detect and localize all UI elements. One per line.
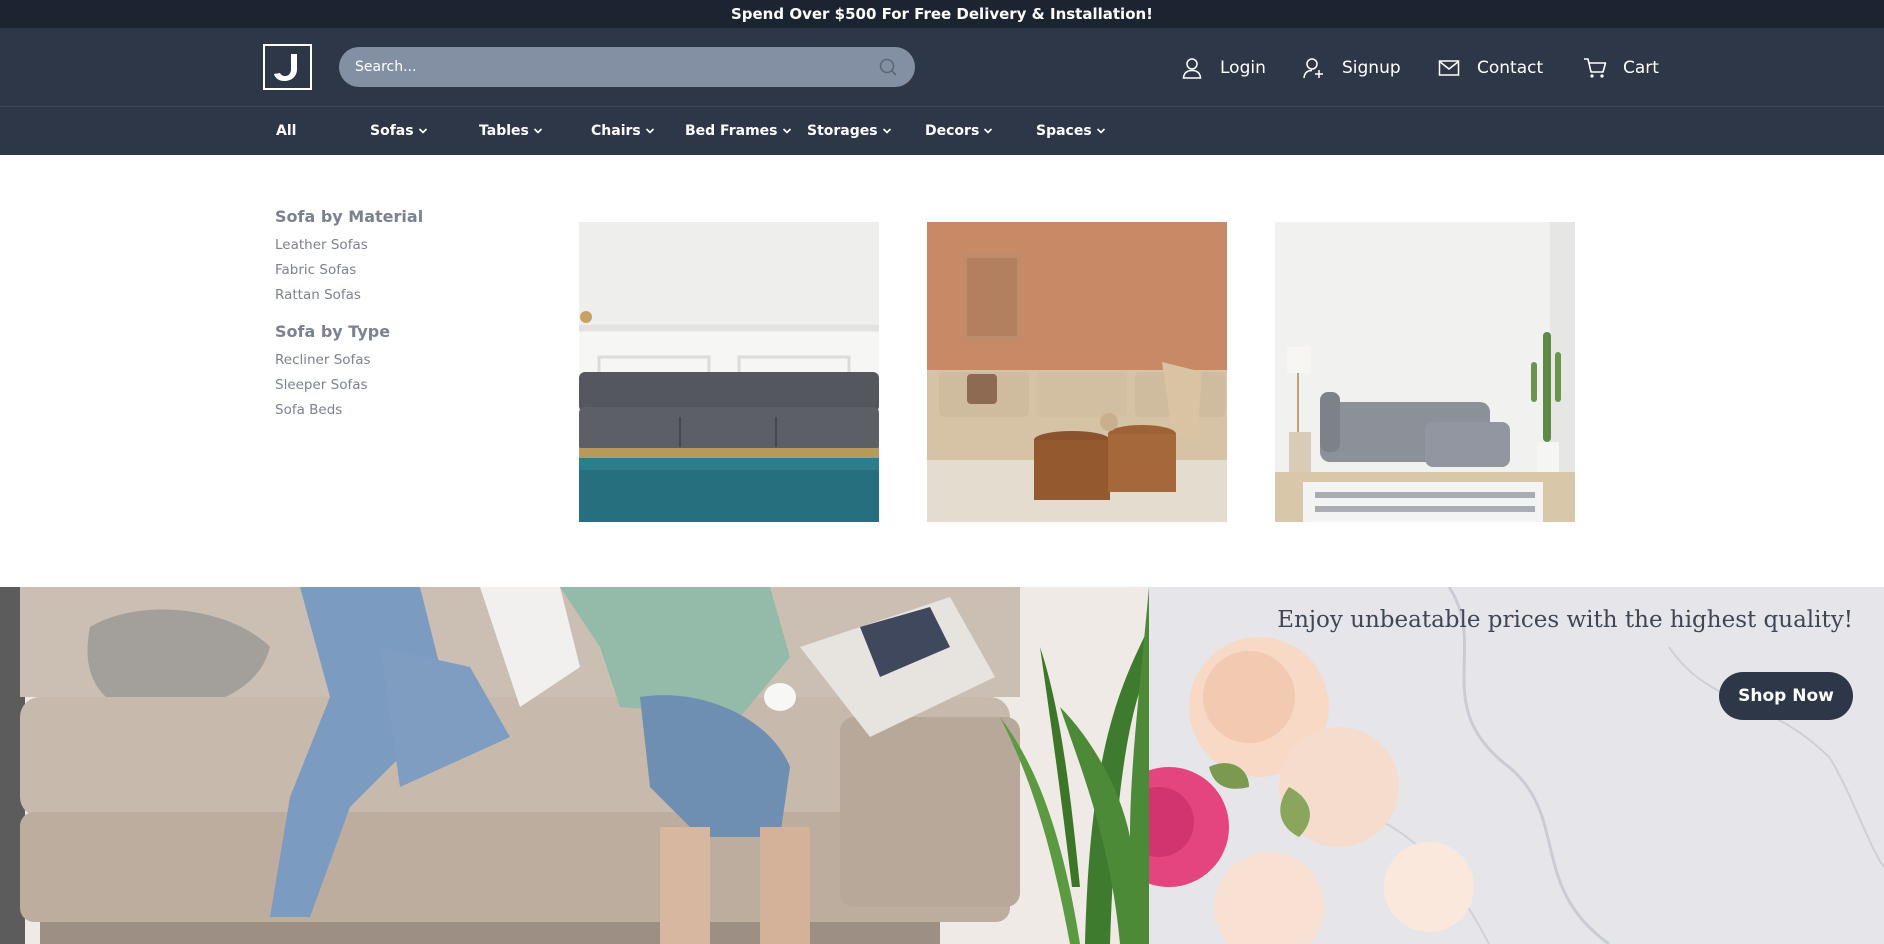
cart-icon <box>1583 56 1607 80</box>
search-input[interactable] <box>355 59 877 75</box>
cart-link[interactable]: Cart <box>1583 28 1659 107</box>
promo-bar: Spend Over $500 For Free Delivery & Inst… <box>0 0 1884 28</box>
grey-velvet-sofa-image[interactable] <box>579 222 879 522</box>
link-leather-sofas[interactable]: Leather Sofas <box>275 237 368 253</box>
category-tables[interactable]: Tables <box>479 107 543 155</box>
cart-label: Cart <box>1623 57 1659 78</box>
chevron-down-icon <box>645 127 655 135</box>
group-title-type: Sofa by Type <box>275 322 391 341</box>
chevron-down-icon <box>983 127 993 135</box>
category-bed-frames[interactable]: Bed Frames <box>685 107 792 155</box>
user-plus-icon <box>1302 56 1326 80</box>
contact-link[interactable]: Contact <box>1437 28 1543 107</box>
search-icon[interactable] <box>877 56 899 78</box>
signup-link[interactable]: Signup <box>1302 28 1401 107</box>
mail-icon <box>1437 56 1461 80</box>
category-storages[interactable]: Storages <box>807 107 892 155</box>
signup-label: Signup <box>1342 57 1401 78</box>
couple-on-sofa-image <box>0 587 1149 944</box>
beige-sofa-terracotta-wall-image[interactable] <box>927 222 1227 522</box>
group-title-material: Sofa by Material <box>275 207 424 226</box>
category-nav: All Sofas Tables Chairs Bed Frames Stora… <box>0 107 1884 155</box>
login-label: Login <box>1220 57 1266 78</box>
login-link[interactable]: Login <box>1180 28 1266 107</box>
category-sofas[interactable]: Sofas <box>370 107 428 155</box>
sofas-mega-menu: Sofa by Material Leather Sofas Fabric So… <box>0 155 1884 587</box>
category-chairs[interactable]: Chairs <box>591 107 655 155</box>
chevron-down-icon <box>782 127 792 135</box>
shop-now-button[interactable]: Shop Now <box>1719 672 1853 720</box>
category-decors[interactable]: Decors <box>925 107 993 155</box>
promo-text: Spend Over $500 For Free Delivery & Inst… <box>730 5 1154 23</box>
link-sleeper-sofas[interactable]: Sleeper Sofas <box>275 377 368 393</box>
hero-banner: Enjoy unbeatable prices with the highest… <box>0 587 1884 944</box>
chevron-down-icon <box>418 127 428 135</box>
chevron-down-icon <box>882 127 892 135</box>
hero-tagline: Enjoy unbeatable prices with the highest… <box>1277 607 1853 633</box>
link-sofa-beds[interactable]: Sofa Beds <box>275 402 342 418</box>
marble-roses-image: Enjoy unbeatable prices with the highest… <box>1149 587 1884 944</box>
link-rattan-sofas[interactable]: Rattan Sofas <box>275 287 361 303</box>
link-fabric-sofas[interactable]: Fabric Sofas <box>275 262 356 278</box>
grey-sectional-sofa-image[interactable] <box>1275 222 1575 522</box>
chevron-down-icon <box>1096 127 1106 135</box>
category-spaces[interactable]: Spaces <box>1036 107 1106 155</box>
category-all[interactable]: All <box>276 107 296 155</box>
search-bar <box>339 47 915 87</box>
contact-label: Contact <box>1477 57 1544 78</box>
brand-logo[interactable] <box>263 44 312 90</box>
site-header: Login Signup Contact Cart <box>0 28 1884 107</box>
user-icon <box>1180 56 1204 80</box>
link-recliner-sofas[interactable]: Recliner Sofas <box>275 352 371 368</box>
brand-logo-icon <box>273 54 297 81</box>
chevron-down-icon <box>533 127 543 135</box>
